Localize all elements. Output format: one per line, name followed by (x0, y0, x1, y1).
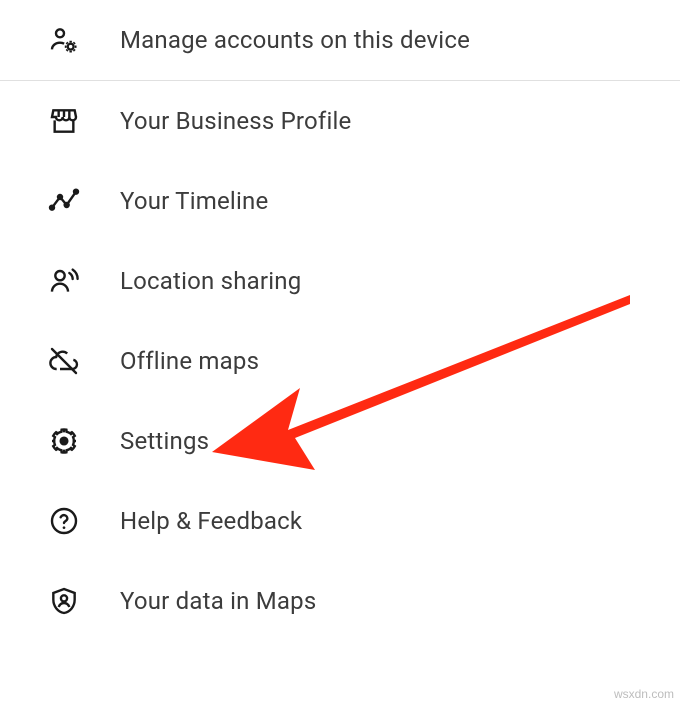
menu-label-location-sharing: Location sharing (120, 267, 301, 295)
help-circle-icon (48, 505, 80, 537)
menu-item-business-profile[interactable]: Your Business Profile (0, 81, 680, 161)
shield-person-icon (48, 585, 80, 617)
person-gear-icon (48, 24, 80, 56)
menu-label-business-profile: Your Business Profile (120, 107, 351, 135)
menu-label-settings: Settings (120, 427, 209, 455)
storefront-icon (48, 105, 80, 137)
cloud-off-icon (48, 345, 80, 377)
menu-item-your-data[interactable]: Your data in Maps (0, 561, 680, 641)
menu-label-offline-maps: Offline maps (120, 347, 259, 375)
menu-item-manage-accounts[interactable]: Manage accounts on this device (0, 0, 680, 80)
menu-item-offline-maps[interactable]: Offline maps (0, 321, 680, 401)
menu-item-timeline[interactable]: Your Timeline (0, 161, 680, 241)
menu-item-location-sharing[interactable]: Location sharing (0, 241, 680, 321)
menu-label-timeline: Your Timeline (120, 187, 268, 215)
location-sharing-icon (48, 265, 80, 297)
watermark-text: wsxdn.com (614, 687, 674, 701)
gear-icon (48, 425, 80, 457)
settings-menu-list: Manage accounts on this device Your Busi… (0, 0, 680, 641)
menu-label-help-feedback: Help & Feedback (120, 507, 302, 535)
menu-label-manage-accounts: Manage accounts on this device (120, 26, 470, 54)
menu-item-settings[interactable]: Settings (0, 401, 680, 481)
menu-label-your-data: Your data in Maps (120, 587, 316, 615)
timeline-icon (48, 185, 80, 217)
menu-item-help-feedback[interactable]: Help & Feedback (0, 481, 680, 561)
